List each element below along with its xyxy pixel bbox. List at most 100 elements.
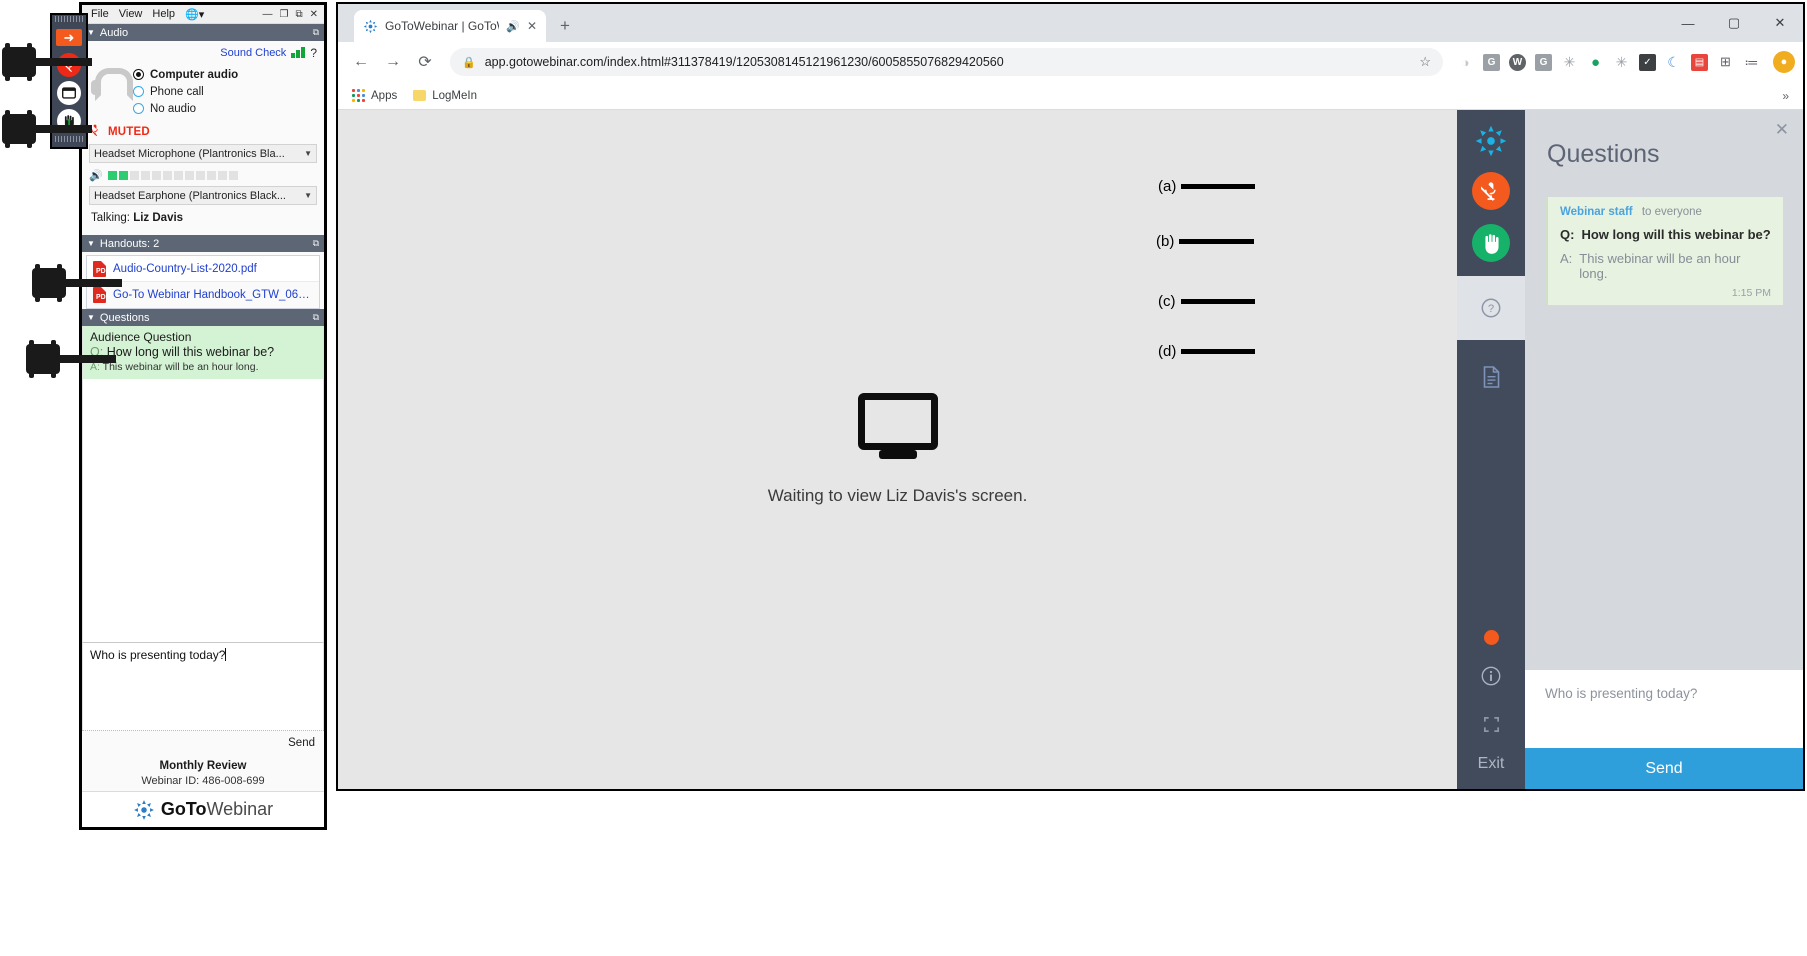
dock-grip-top[interactable] xyxy=(55,16,83,22)
apps-grid-icon xyxy=(352,89,365,102)
red-extension-icon[interactable]: ▤ xyxy=(1691,53,1708,71)
info-button[interactable] xyxy=(1474,659,1508,693)
bookmark-star-icon[interactable]: ☆ xyxy=(1419,54,1431,70)
microphone-select[interactable]: Headset Microphone (Plantronics Bla... ▼ xyxy=(89,144,317,163)
dock-expand-button[interactable]: ➜ xyxy=(53,23,85,51)
puzzle-extension-icon[interactable]: ⊞ xyxy=(1717,54,1734,71)
logmein-bookmark[interactable]: LogMeIn xyxy=(413,90,477,102)
handouts-section-header[interactable]: ▼ Handouts: 2 ⧉ xyxy=(82,235,324,252)
questions-drawer-send-button[interactable]: Send xyxy=(1525,748,1803,789)
profile-avatar[interactable]: ● xyxy=(1773,51,1795,73)
audio-section-body: Sound Check ? Computer audio Phone call … xyxy=(82,41,324,235)
questions-drawer-input-value: Who is presenting today? xyxy=(1545,686,1698,701)
questions-drawer-title: Questions xyxy=(1547,140,1660,168)
questions-section-header[interactable]: ▼ Questions ⧉ xyxy=(82,309,324,326)
tab-close-icon[interactable]: ✕ xyxy=(527,19,537,33)
window-minimize-button[interactable]: — xyxy=(1665,4,1711,42)
new-tab-button[interactable]: + xyxy=(560,16,570,36)
audio-option-computer-audio[interactable]: Computer audio xyxy=(133,66,238,83)
question-card-time: 1:15 PM xyxy=(1731,287,1771,299)
extensions-tray: ◑ G W G ✳ ● ✳ ✓ ☾ ▤ ⊞ ≔ ● xyxy=(1453,51,1795,73)
apps-shortcut[interactable]: Apps xyxy=(352,89,397,102)
handout-item[interactable]: PDF Go-To Webinar Handbook_GTW_060420 (1… xyxy=(87,282,319,308)
handouts-popout-icon[interactable]: ⧉ xyxy=(313,238,319,249)
audio-popout-icon[interactable]: ⧉ xyxy=(313,27,319,38)
callout-d: (d) xyxy=(1158,343,1256,360)
moon-extension-icon[interactable]: ☾ xyxy=(1665,54,1682,71)
questions-popout-icon[interactable]: ⧉ xyxy=(313,312,319,323)
window-close-button[interactable]: ✕ xyxy=(1757,4,1803,42)
green-dot-extension-icon[interactable]: ● xyxy=(1587,54,1604,71)
forward-button[interactable]: → xyxy=(378,47,408,77)
question-text: How long will this webinar be? xyxy=(106,345,275,359)
fullscreen-button[interactable] xyxy=(1474,707,1508,741)
questions-drawer-input[interactable]: Who is presenting today? xyxy=(1525,670,1803,748)
menu-help[interactable]: Help xyxy=(152,8,175,20)
dock-hand-button[interactable] xyxy=(53,107,85,135)
handouts-button[interactable] xyxy=(1474,360,1508,394)
globe-icon[interactable]: 🌐▾ xyxy=(185,8,204,21)
audio-help-icon[interactable]: ? xyxy=(310,46,317,60)
gotowebinar-extension-icon[interactable]: ✳ xyxy=(1613,54,1630,71)
reload-button[interactable]: ⟳ xyxy=(410,47,440,77)
gotowebinar-logo-icon xyxy=(1474,124,1508,158)
question-item[interactable]: Audience Question Q: How long will this … xyxy=(83,326,323,379)
speaker-select[interactable]: Headset Earphone (Plantronics Black... ▼ xyxy=(89,186,317,205)
gotowebinar-favicon xyxy=(363,19,378,34)
grammarly-extension-icon[interactable]: G xyxy=(1483,53,1500,71)
window-maximize-button[interactable]: ▢ xyxy=(1711,4,1757,42)
menu-file[interactable]: File xyxy=(91,8,109,20)
question-key: Q: xyxy=(90,345,104,359)
question-item-title: Audience Question xyxy=(90,330,192,344)
questions-button[interactable]: ? xyxy=(1474,291,1508,325)
handout-name: Go-To Webinar Handbook_GTW_060420 (1)... xyxy=(113,289,313,301)
menu-view[interactable]: View xyxy=(119,8,143,20)
svg-text:?: ? xyxy=(1488,303,1494,315)
audio-option-phone-call[interactable]: Phone call xyxy=(133,83,238,100)
question-card-meta: Webinar staff to everyone xyxy=(1560,206,1771,218)
browser-navbar: ← → ⟳ 🔒 app.gotowebinar.com/index.html#3… xyxy=(338,42,1803,82)
exit-button[interactable]: Exit xyxy=(1478,755,1505,779)
dock-mute-button[interactable] xyxy=(53,51,85,79)
address-bar[interactable]: 🔒 app.gotowebinar.com/index.html#3113784… xyxy=(450,48,1443,76)
raise-hand-button[interactable] xyxy=(1472,224,1510,262)
question-card[interactable]: Webinar staff to everyone Q: How long wi… xyxy=(1545,197,1783,305)
w-extension-icon[interactable]: W xyxy=(1509,53,1526,71)
arrow-right-icon: ➜ xyxy=(56,28,82,46)
question-input[interactable]: Who is presenting today? xyxy=(82,642,324,730)
handout-item[interactable]: PDF Audio-Country-List-2020.pdf xyxy=(87,256,319,282)
cp-minimize-button[interactable]: — xyxy=(263,9,273,20)
browser-tab-gotowebinar[interactable]: GoToWebinar | GoToWebinar 🔊 ✕ xyxy=(354,10,546,42)
question-item-question: Q: How long will this webinar be? xyxy=(90,345,316,359)
questions-drawer-close-icon[interactable]: ✕ xyxy=(1775,120,1789,140)
checkbox-extension-icon[interactable]: ✓ xyxy=(1639,53,1656,71)
address-bar-url: app.gotowebinar.com/index.html#311378419… xyxy=(484,55,1004,69)
mute-microphone-button[interactable] xyxy=(1472,172,1510,210)
question-input-value: Who is presenting today? xyxy=(90,648,226,662)
speaker-icon: 🔊 xyxy=(89,170,103,182)
screenshot-root: ➜ File View Help 🌐▾ — ❐ ⧉ ✕ ▼ Audio ⧉ So… xyxy=(0,0,1807,956)
chevron-down-icon: ▼ xyxy=(87,239,95,248)
back-button[interactable]: ← xyxy=(346,47,376,77)
clip-extension-icon[interactable]: ◑ xyxy=(1457,54,1474,71)
chevron-down-icon: ▼ xyxy=(304,149,312,158)
audio-option-label: Phone call xyxy=(150,85,204,98)
audio-mode-radiogroup: Computer audio Phone call No audio xyxy=(133,65,238,117)
audio-option-no-audio[interactable]: No audio xyxy=(133,100,238,117)
headset-icon xyxy=(89,65,133,101)
send-button[interactable]: Send xyxy=(288,737,315,749)
reading-list-icon[interactable]: ≔ xyxy=(1743,54,1760,71)
cp-close-button[interactable]: ✕ xyxy=(310,9,318,20)
cp-popout-button[interactable]: ⧉ xyxy=(295,9,302,20)
dock-grip-bottom[interactable] xyxy=(55,136,83,142)
g-extension-icon[interactable]: G xyxy=(1535,53,1552,71)
brand-wordmark: GoToWebinar xyxy=(160,799,274,819)
bookmark-overflow-icon[interactable]: » xyxy=(1782,89,1789,103)
sound-check-link[interactable]: Sound Check xyxy=(220,47,286,59)
tab-audio-icon[interactable]: 🔊 xyxy=(506,20,520,33)
pdf-file-icon: PDF xyxy=(93,260,110,277)
cp-maximize-button[interactable]: ❐ xyxy=(280,9,289,20)
dock-viewer-button[interactable] xyxy=(53,79,85,107)
gotomeeting-extension-icon[interactable]: ✳ xyxy=(1561,54,1578,71)
audio-section-header[interactable]: ▼ Audio ⧉ xyxy=(82,24,324,41)
